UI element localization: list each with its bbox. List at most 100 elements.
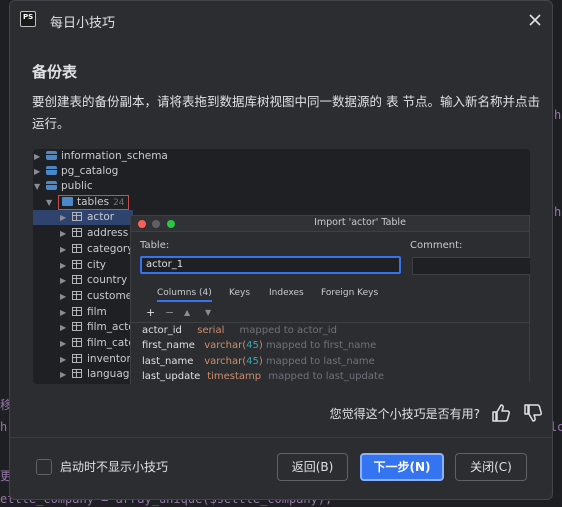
comment-label: Comment: bbox=[410, 240, 463, 251]
column-type: serial bbox=[197, 325, 225, 336]
table-icon bbox=[72, 228, 82, 237]
table-icon bbox=[72, 338, 82, 347]
schema-icon bbox=[46, 166, 57, 175]
chevron-right-icon: ▶ bbox=[60, 370, 67, 379]
tree-item-table: ▶ customer bbox=[60, 289, 136, 304]
editor-fragment: h bbox=[554, 108, 562, 122]
table-icon bbox=[72, 212, 82, 221]
column-name: first_name bbox=[142, 340, 195, 351]
chevron-right-icon: ▶ bbox=[60, 308, 67, 317]
chevron-right-icon: ▶ bbox=[60, 323, 67, 332]
editor-fragment: h bbox=[554, 205, 562, 219]
column-name: last_update bbox=[142, 371, 201, 382]
schema-icon bbox=[46, 181, 57, 190]
footer-divider bbox=[10, 437, 552, 438]
chevron-right-icon: ▶ bbox=[60, 261, 67, 270]
tree-item-label: address bbox=[87, 227, 129, 239]
table-icon bbox=[72, 260, 82, 269]
column-mapping: mapped to first_name bbox=[265, 340, 377, 351]
tab-keys: Keys bbox=[229, 288, 251, 298]
tree-item-table-selected: ▶ actor bbox=[33, 210, 133, 225]
chevron-right-icon: ▶ bbox=[60, 245, 67, 254]
chevron-right-icon: ▶ bbox=[60, 355, 67, 364]
tip-of-the-day-dialog: PS 每日小技巧 备份表 要创建表的备份副本，请将表拖到数据库树视图中同一数据源… bbox=[9, 0, 553, 500]
tree-item-label: film bbox=[87, 306, 107, 318]
tree-item-schema: ▶ information_schema bbox=[34, 149, 168, 164]
checkbox-box[interactable] bbox=[36, 458, 52, 475]
chevron-down-icon: ▼ bbox=[34, 182, 41, 191]
column-row: last_update timestamp mapped to last_upd… bbox=[142, 369, 384, 384]
tree-item-table: ▶ inventory bbox=[60, 352, 137, 367]
tree-item-table: ▶ film_actor bbox=[60, 320, 139, 335]
phpstorm-app-icon: PS bbox=[20, 11, 36, 27]
table-icon bbox=[72, 369, 82, 378]
tree-item-label: pg_catalog bbox=[61, 165, 119, 177]
column-name: last_name bbox=[142, 356, 194, 367]
schema-icon bbox=[46, 151, 57, 160]
column-row: actor_id serial mapped to actor_id bbox=[142, 323, 337, 338]
tree-item-folder: ▼ tables 24 bbox=[46, 195, 129, 210]
table-icon bbox=[72, 244, 82, 253]
column-mapping: mapped to last_update bbox=[268, 371, 385, 382]
thumbs-up-icon[interactable] bbox=[490, 402, 512, 424]
tree-item-table: ▶ category bbox=[60, 242, 133, 257]
chevron-down-icon: ▼ bbox=[46, 198, 53, 207]
import-table-dialog: Import 'actor' Table Table: Comment: act… bbox=[130, 215, 530, 384]
tree-item-label: city bbox=[87, 259, 107, 271]
next-button[interactable]: 下一步(N) bbox=[360, 453, 444, 481]
tree-item-label: tables bbox=[77, 196, 110, 208]
column-type: varchar(45) bbox=[204, 356, 263, 367]
chevron-right-icon: ▶ bbox=[60, 229, 67, 238]
tree-item-label: public bbox=[61, 180, 93, 192]
add-icon: + bbox=[146, 306, 156, 319]
thumbs-down-icon[interactable] bbox=[522, 402, 544, 424]
chevron-right-icon: ▶ bbox=[60, 276, 67, 285]
close-icon[interactable] bbox=[526, 11, 544, 29]
tree-item-count: 24 bbox=[113, 198, 125, 208]
tree-item-table: ▶ country bbox=[60, 273, 127, 288]
column-row: last_name varchar(45) mapped to last_nam… bbox=[142, 354, 375, 369]
column-row: first_name varchar(45) mapped to first_n… bbox=[142, 338, 376, 353]
column-mapping: mapped to last_name bbox=[265, 356, 375, 367]
tree-item-label: country bbox=[87, 274, 128, 286]
tip-description: 要创建表的备份副本，请将表拖到数据库树视图中同一数据源的 表 节点。输入新名称并… bbox=[32, 94, 540, 131]
import-dialog-title: Import 'actor' Table bbox=[314, 217, 406, 228]
feedback-question: 您觉得这个小技巧是否有用? bbox=[329, 406, 480, 421]
tab-columns: Columns (4) bbox=[157, 288, 212, 302]
table-icon bbox=[72, 322, 82, 331]
column-name: actor_id bbox=[142, 325, 182, 336]
chevron-right-icon: ▶ bbox=[34, 167, 41, 176]
import-dialog-titlebar: Import 'actor' Table bbox=[131, 216, 529, 232]
folder-icon bbox=[62, 197, 73, 206]
tree-item-table: ▶ language bbox=[60, 367, 136, 382]
back-button[interactable]: 返回(B) bbox=[277, 453, 348, 481]
column-mapping: mapped to actor_id bbox=[239, 325, 337, 336]
dont-show-on-startup-checkbox[interactable]: 启动时不显示小技巧 bbox=[36, 458, 168, 475]
column-type: timestamp bbox=[207, 371, 262, 382]
table-icon bbox=[72, 275, 82, 284]
tree-item-schema: ▼ public bbox=[34, 179, 93, 194]
feedback-row: 您觉得这个小技巧是否有用? bbox=[330, 401, 544, 425]
dialog-titlebar[interactable]: PS 每日小技巧 bbox=[10, 1, 552, 41]
tree-item-label: actor bbox=[87, 211, 115, 223]
chevron-right-icon: ▶ bbox=[34, 152, 41, 161]
move-down-icon: ▼ bbox=[205, 308, 212, 317]
table-icon bbox=[72, 354, 82, 363]
editor-fragment: h bbox=[0, 420, 8, 434]
tree-item-schema: ▶ pg_catalog bbox=[34, 164, 118, 179]
table-name-field: actor_1 bbox=[140, 256, 401, 274]
tab-foreign-keys: Foreign Keys bbox=[321, 288, 379, 298]
close-button[interactable]: 关闭(C) bbox=[455, 453, 527, 481]
remove-icon: − bbox=[165, 306, 175, 319]
tree-item-label: language bbox=[87, 368, 136, 380]
tree-item-table: ▶ address bbox=[60, 226, 128, 241]
table-name-label: Table: bbox=[140, 240, 170, 251]
chevron-right-icon: ▶ bbox=[60, 292, 67, 301]
checkbox-label: 启动时不显示小技巧 bbox=[60, 460, 169, 474]
table-icon bbox=[72, 291, 82, 300]
tables-highlight: tables 24 bbox=[58, 195, 129, 210]
chevron-right-icon: ▶ bbox=[60, 213, 67, 222]
column-type: varchar(45) bbox=[204, 340, 263, 351]
tree-item-label: category bbox=[87, 243, 134, 255]
tip-illustration: ▶ information_schema ▶ pg_catalog ▼ public … bbox=[33, 149, 530, 384]
